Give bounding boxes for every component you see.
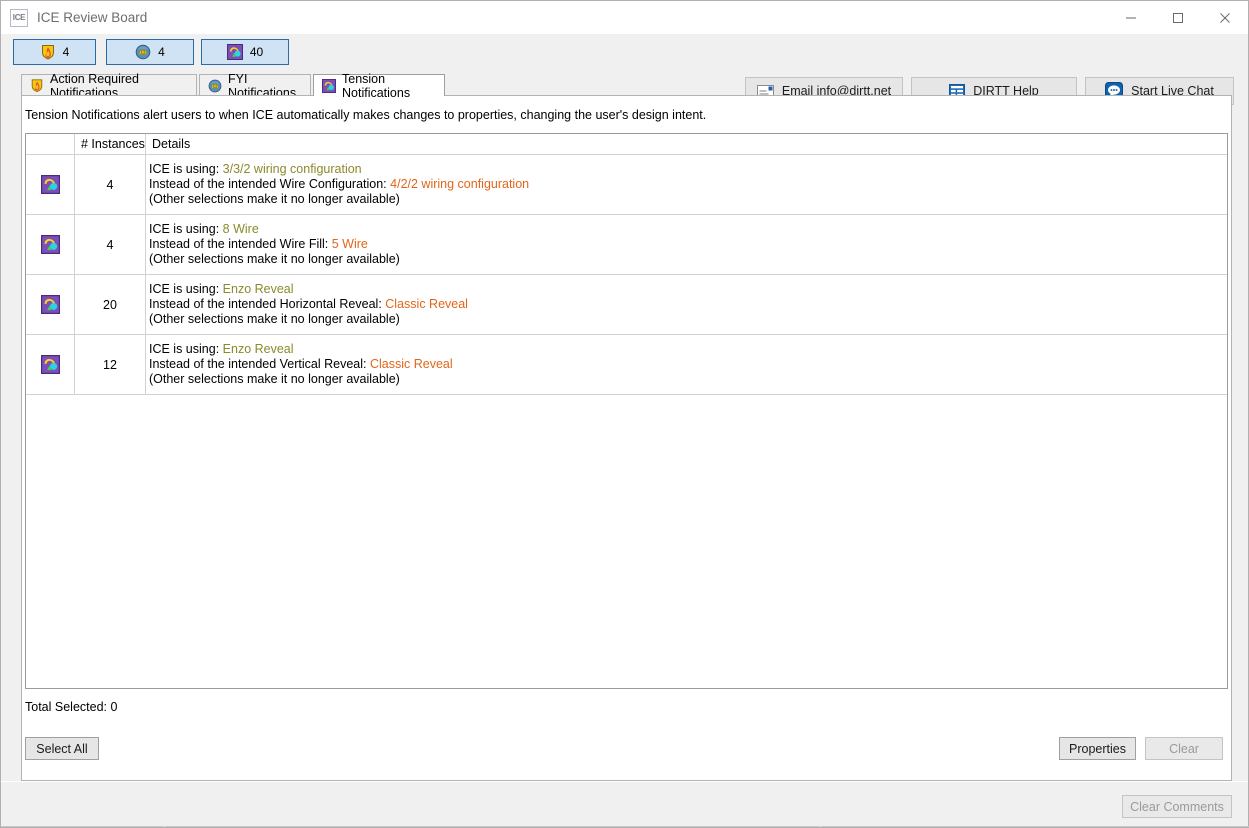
- row-line1-label: ICE is using:: [149, 342, 220, 356]
- row-line2-value: 4/2/2 wiring configuration: [390, 177, 530, 191]
- row-icon-cell: [26, 155, 75, 214]
- table-row[interactable]: 4 ICE is using: 8 Wire Instead of the in…: [26, 215, 1227, 275]
- grid-header-row: # Instances Details: [26, 134, 1227, 155]
- clear-button: Clear: [1145, 737, 1223, 760]
- row-details: ICE is using: 3/3/2 wiring configuration…: [146, 155, 1227, 214]
- tab-strip: Action Required Notifications FYI Notifi…: [21, 72, 1248, 100]
- ice-review-board-window: ICE ICE Review Board 4 4 40 Email info@d…: [0, 0, 1249, 828]
- status-divider-1: [1, 826, 164, 827]
- row-details: ICE is using: Enzo Reveal Instead of the…: [146, 275, 1227, 334]
- row-line1-value: 3/3/2 wiring configuration: [222, 162, 362, 176]
- row-line2-label: Instead of the intended Vertical Reveal:: [149, 357, 367, 371]
- tab-fyi-notifications[interactable]: FYI Notifications: [199, 72, 311, 100]
- grid-header-details: Details: [152, 137, 191, 151]
- row-line2-label: Instead of the intended Wire Fill:: [149, 237, 329, 251]
- row-line2-value: 5 Wire: [331, 237, 368, 251]
- window-controls: [1107, 1, 1248, 34]
- action-required-shield-icon: [31, 79, 43, 93]
- grid-body: 4 ICE is using: 3/3/2 wiring configurati…: [26, 155, 1227, 395]
- tension-icon: [40, 295, 60, 314]
- minimize-button[interactable]: [1107, 1, 1154, 34]
- row-line1-value: Enzo Reveal: [222, 282, 294, 296]
- window-title: ICE Review Board: [37, 10, 148, 25]
- tab-tension-notifications[interactable]: Tension Notifications: [313, 72, 445, 100]
- counter-fyi-count: 4: [158, 45, 165, 59]
- counter-fyi[interactable]: 4: [106, 39, 194, 65]
- clear-comments-button: Clear Comments: [1122, 795, 1232, 818]
- tension-icon: [40, 175, 60, 194]
- tab-action-required-notifications[interactable]: Action Required Notifications: [21, 72, 197, 100]
- row-icon-cell: [26, 335, 75, 394]
- row-details: ICE is using: Enzo Reveal Instead of the…: [146, 335, 1227, 394]
- close-button[interactable]: [1201, 1, 1248, 34]
- panel-description: Tension Notifications alert users to whe…: [25, 108, 707, 122]
- row-instances: 12: [75, 335, 146, 394]
- row-line3: (Other selections make it no longer avai…: [149, 372, 400, 386]
- row-icon-cell: [26, 215, 75, 274]
- tension-icon: [40, 235, 60, 254]
- close-icon: [1219, 12, 1230, 23]
- row-instances: 4: [75, 215, 146, 274]
- table-row[interactable]: 20 ICE is using: Enzo Reveal Instead of …: [26, 275, 1227, 335]
- row-line2-label: Instead of the intended Horizontal Revea…: [149, 297, 382, 311]
- title-bar: ICE ICE Review Board: [1, 1, 1248, 34]
- row-line3: (Other selections make it no longer avai…: [149, 312, 400, 326]
- tension-icon: [322, 78, 336, 93]
- toolbar: 4 4 40 Email info@dirtt.net DIRTT Help S…: [1, 34, 1248, 105]
- row-details: ICE is using: 8 Wire Instead of the inte…: [146, 215, 1227, 274]
- status-bar: Clear Comments: [1, 781, 1249, 827]
- app-icon: ICE: [10, 8, 28, 27]
- row-line2-value: Classic Reveal: [385, 297, 468, 311]
- fyi-globe-icon: [208, 79, 222, 92]
- minimize-icon: [1125, 17, 1136, 18]
- tension-icon: [40, 355, 60, 374]
- table-row[interactable]: 12 ICE is using: Enzo Reveal Instead of …: [26, 335, 1227, 395]
- fyi-globe-icon: [135, 44, 151, 60]
- tension-icon: [226, 44, 243, 60]
- row-line1-label: ICE is using:: [149, 222, 220, 236]
- notifications-grid: # Instances Details 4 ICE is using: 3/3/…: [25, 133, 1228, 689]
- grid-header-instances: # Instances: [75, 134, 146, 154]
- tension-notifications-panel: Tension Notifications alert users to whe…: [21, 95, 1232, 781]
- counter-tension-count: 40: [249, 45, 264, 59]
- maximize-button[interactable]: [1154, 1, 1201, 34]
- row-line1-label: ICE is using:: [149, 162, 220, 176]
- grid-header-icon: [26, 134, 75, 154]
- counter-action-required[interactable]: 4: [13, 39, 96, 65]
- row-line1-label: ICE is using:: [149, 282, 220, 296]
- select-all-button[interactable]: Select All: [25, 737, 99, 760]
- row-line3: (Other selections make it no longer avai…: [149, 192, 400, 206]
- row-instances: 20: [75, 275, 146, 334]
- total-selected-label: Total Selected: 0: [25, 700, 118, 714]
- counter-action-required-count: 4: [62, 45, 70, 59]
- row-line1-value: 8 Wire: [222, 222, 259, 236]
- action-required-shield-icon: [41, 45, 54, 60]
- row-line2-label: Instead of the intended Wire Configurati…: [149, 177, 387, 191]
- row-instances: 4: [75, 155, 146, 214]
- status-divider-2: [165, 826, 820, 827]
- row-line3: (Other selections make it no longer avai…: [149, 252, 400, 266]
- row-icon-cell: [26, 275, 75, 334]
- row-line2-value: Classic Reveal: [370, 357, 453, 371]
- counter-tension[interactable]: 40: [201, 39, 289, 65]
- status-divider-3: [821, 826, 1249, 827]
- properties-button[interactable]: Properties: [1059, 737, 1136, 760]
- table-row[interactable]: 4 ICE is using: 3/3/2 wiring configurati…: [26, 155, 1227, 215]
- maximize-icon: [1172, 12, 1183, 23]
- row-line1-value: Enzo Reveal: [222, 342, 294, 356]
- tab-label-tension: Tension Notifications: [342, 71, 411, 100]
